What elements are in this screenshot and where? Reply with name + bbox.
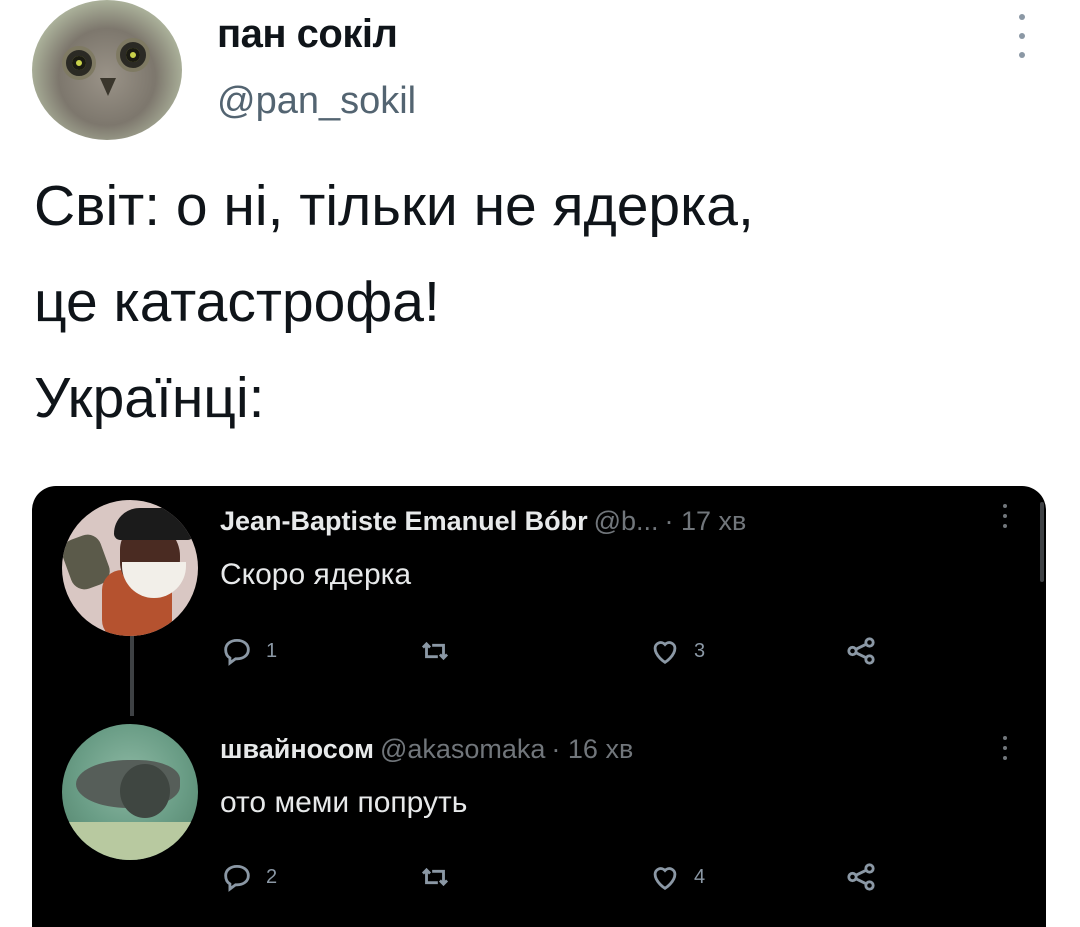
reply-count: 1	[266, 639, 278, 662]
heart-icon	[653, 867, 677, 891]
more-vertical-icon[interactable]	[1000, 736, 1010, 760]
share-button[interactable]	[844, 634, 878, 668]
more-vertical-icon[interactable]	[1000, 504, 1010, 528]
reply-author-handle[interactable]: @b...	[594, 506, 659, 536]
reply-author-name[interactable]: швайносом	[220, 734, 374, 764]
like-button[interactable]: 3	[648, 634, 705, 668]
share-icon	[847, 637, 875, 665]
tweet-text-line: Світ: о ні, тільки не ядерка,	[34, 174, 754, 238]
reply-text: Скоро ядерка	[220, 558, 412, 591]
tweet-text: Світ: о ні, тільки не ядерка, це катастр…	[34, 158, 754, 446]
share-icon	[847, 863, 875, 891]
reply-author-line[interactable]: швайносом @akasomaka · 16 хв	[220, 734, 633, 765]
reply-button[interactable]: 1	[220, 634, 277, 668]
reply-author-name[interactable]: Jean-Baptiste Emanuel Bóbr	[220, 506, 588, 536]
reply-text: ото меми попруть	[220, 786, 468, 819]
owl-eye-left	[62, 46, 96, 80]
reply-action-bar: 2 4	[220, 860, 920, 896]
reply-timestamp[interactable]: · 17 хв	[665, 506, 747, 536]
author-handle[interactable]: @pan_sokil	[217, 80, 416, 123]
scrollbar	[1040, 502, 1044, 582]
reply-icon	[224, 864, 250, 892]
like-button[interactable]: 4	[648, 860, 705, 894]
embedded-screenshot: Jean-Baptiste Emanuel Bóbr @b... · 17 хв С…	[32, 486, 1046, 927]
reply-button[interactable]: 2	[220, 860, 277, 894]
retweet-icon	[421, 867, 449, 887]
reply-action-bar: 1 3	[220, 634, 920, 670]
heart-icon	[653, 641, 677, 665]
retweet-icon	[421, 641, 449, 661]
reply-icon	[224, 638, 250, 666]
share-button[interactable]	[844, 860, 878, 894]
beaver-cartoon-avatar[interactable]	[62, 500, 198, 636]
reply-author-line[interactable]: Jean-Baptiste Emanuel Bóbr @b... · 17 хв	[220, 506, 746, 537]
tweet-text-line: це катастрофа!	[34, 270, 440, 334]
like-count: 3	[694, 639, 706, 662]
retweet-button[interactable]	[418, 860, 452, 894]
retweet-button[interactable]	[418, 634, 452, 668]
reply-timestamp[interactable]: · 16 хв	[551, 734, 633, 764]
owl-eye-right	[116, 38, 150, 72]
author-name[interactable]: пан сокіл	[217, 12, 398, 57]
more-vertical-icon[interactable]	[1010, 14, 1034, 58]
like-count: 4	[694, 865, 706, 888]
reply-author-handle[interactable]: @akasomaka	[380, 734, 545, 764]
author-avatar[interactable]	[32, 0, 182, 140]
thread-connector-line	[130, 632, 134, 716]
owl-beak	[100, 78, 116, 96]
catfish-photo-avatar[interactable]	[62, 724, 198, 860]
tweet-text-line: Українці:	[34, 366, 265, 430]
reply-count: 2	[266, 865, 278, 888]
